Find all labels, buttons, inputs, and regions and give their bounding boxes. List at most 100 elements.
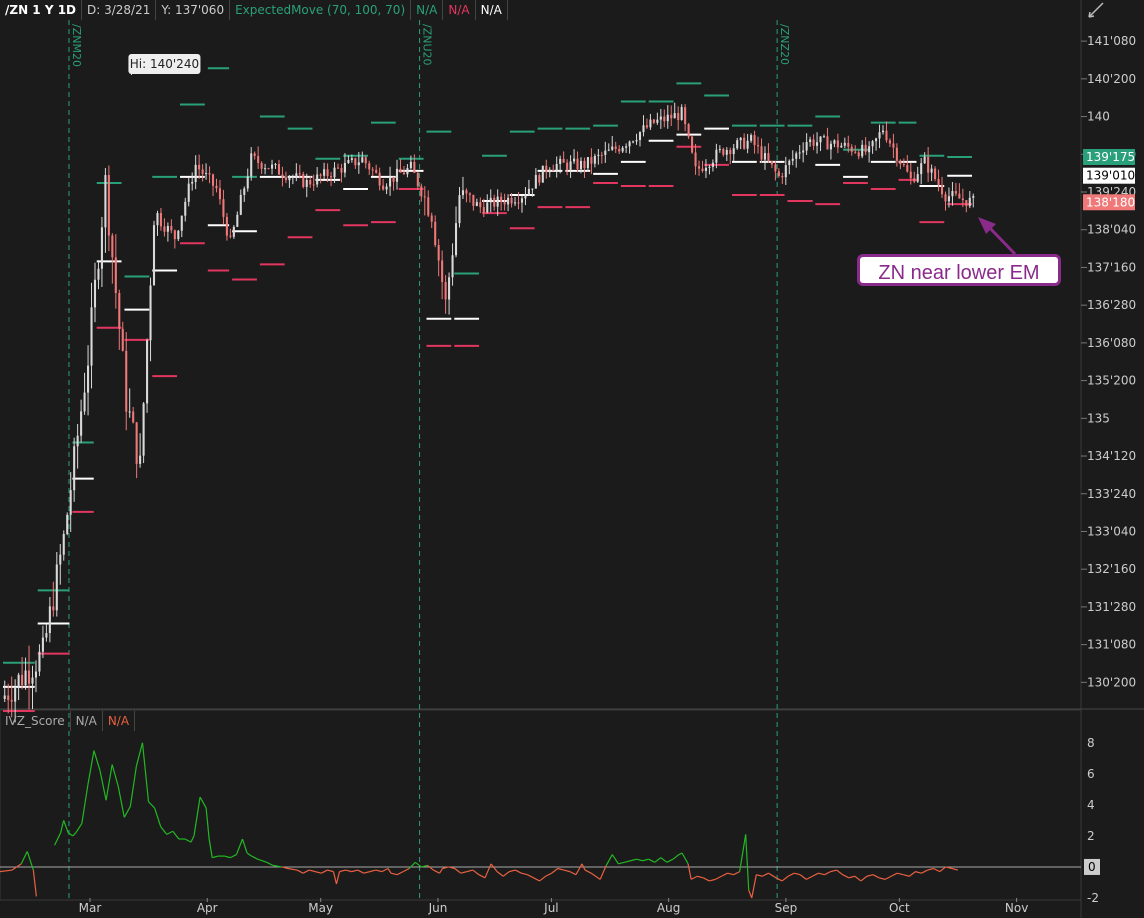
candle-down xyxy=(493,197,496,207)
candle-up xyxy=(41,637,44,652)
candle-up xyxy=(875,138,878,142)
candle-up xyxy=(555,163,558,171)
candle-down xyxy=(503,202,506,205)
candle-down xyxy=(52,606,55,611)
candle-up xyxy=(861,144,864,157)
candle-down xyxy=(562,158,565,163)
candle-down xyxy=(850,146,853,152)
candle-down xyxy=(125,350,128,412)
candle-up xyxy=(819,136,822,143)
candle-up xyxy=(90,307,93,366)
month-tick-label: Oct xyxy=(889,901,910,915)
candle-down xyxy=(253,153,256,156)
candle-up xyxy=(14,686,17,702)
candle-down xyxy=(277,164,281,175)
annotation-callout[interactable]: ZN near lower EM xyxy=(857,254,1061,286)
candle-up xyxy=(666,114,669,122)
candle-up xyxy=(55,564,58,611)
candle-up xyxy=(968,197,971,207)
candle-up xyxy=(586,157,589,169)
candle-up xyxy=(597,154,600,156)
candle-down xyxy=(753,135,756,146)
candle-down xyxy=(107,175,110,236)
candle-up xyxy=(152,225,156,286)
price-tick-label: 135'200 xyxy=(1087,374,1136,388)
candle-up xyxy=(708,166,711,168)
candle-down xyxy=(284,177,287,181)
candle-down xyxy=(934,168,937,179)
candle-up xyxy=(795,153,798,159)
candle-down xyxy=(770,160,773,165)
candle-up xyxy=(45,633,48,638)
price-chart[interactable]: 141'080140'200140139'120139'240138'04013… xyxy=(0,0,1144,918)
candle-down xyxy=(899,160,902,165)
candle-up xyxy=(527,188,530,195)
candle-down xyxy=(774,164,777,172)
candle-up xyxy=(736,140,739,149)
candle-up xyxy=(142,403,145,456)
ivz-tick-label: 4 xyxy=(1087,798,1095,812)
candle-down xyxy=(7,695,10,700)
candle-up xyxy=(673,113,676,119)
candle-up xyxy=(746,140,749,149)
candle-down xyxy=(420,186,423,197)
candle-down xyxy=(336,167,340,169)
candle-down xyxy=(691,136,694,153)
candle-up xyxy=(871,141,874,147)
candle-down xyxy=(437,245,440,261)
candle-up xyxy=(513,202,517,204)
ivz-tick-label: 8 xyxy=(1087,736,1095,750)
candle-down xyxy=(135,422,138,464)
candle-up xyxy=(923,156,926,164)
candle-down xyxy=(576,158,579,170)
candle-down xyxy=(892,143,895,148)
candle-up xyxy=(507,197,510,205)
candle-down xyxy=(756,145,760,147)
candle-up xyxy=(541,165,544,183)
candle-up xyxy=(128,411,131,413)
candle-up xyxy=(333,167,336,178)
price-tick-label: 131'280 xyxy=(1087,600,1136,614)
candle-down xyxy=(913,178,916,182)
candle-up xyxy=(323,169,326,176)
candle-down xyxy=(132,411,135,423)
candle-down xyxy=(729,149,732,155)
candle-up xyxy=(166,226,169,232)
candle-up xyxy=(704,167,708,171)
candle-up xyxy=(711,162,714,167)
candle-down xyxy=(378,172,381,186)
candle-down xyxy=(302,174,305,187)
candle-down xyxy=(902,164,905,166)
candle-down xyxy=(27,670,31,684)
candle-up xyxy=(843,142,846,146)
candle-up xyxy=(916,174,919,182)
candle-down xyxy=(517,202,520,204)
candle-up xyxy=(458,195,461,224)
candle-down xyxy=(427,197,430,216)
ivz-study-label[interactable]: IVZ_Score xyxy=(0,711,71,731)
candle-down xyxy=(670,114,673,119)
price-tick-label: 134'120 xyxy=(1087,449,1136,463)
candle-down xyxy=(173,230,176,240)
candle-up xyxy=(97,268,100,280)
candle-down xyxy=(434,221,437,246)
candle-down xyxy=(958,193,961,199)
candle-up xyxy=(454,223,458,256)
candle-down xyxy=(399,168,402,173)
candle-up xyxy=(496,196,499,207)
price-tick-label: 136'080 xyxy=(1087,336,1136,350)
candle-up xyxy=(680,107,683,121)
candle-down xyxy=(847,142,850,147)
candle-up xyxy=(805,141,808,151)
candle-up xyxy=(246,176,249,189)
candle-down xyxy=(413,161,416,173)
candle-down xyxy=(652,119,655,123)
candle-up xyxy=(357,162,360,166)
candle-up xyxy=(607,149,610,151)
candle-up xyxy=(739,137,742,141)
candle-down xyxy=(229,235,232,237)
candle-up xyxy=(763,153,767,160)
candle-down xyxy=(198,164,201,170)
candle-down xyxy=(645,125,648,128)
candle-up xyxy=(628,141,631,147)
